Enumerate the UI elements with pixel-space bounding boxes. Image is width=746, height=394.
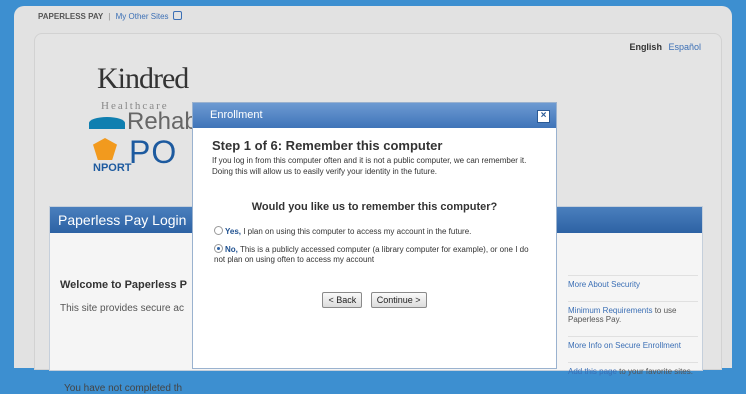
nport-wordmark: NPORT bbox=[93, 162, 132, 174]
security-link[interactable]: More About Security bbox=[568, 280, 640, 289]
top-nav: PAPERLESS PAY | My Other Sites bbox=[38, 11, 182, 21]
dialog-title: Enrollment bbox=[210, 109, 263, 121]
not-completed-text: You have not completed th bbox=[64, 383, 183, 394]
lang-spanish[interactable]: Español bbox=[668, 42, 701, 52]
remember-question: Would you like us to remember this compu… bbox=[251, 201, 498, 213]
chevron-down-icon[interactable] bbox=[172, 11, 182, 21]
option-no-text: This is a publicly accessed computer (a … bbox=[214, 245, 529, 264]
kindred-logo: Kindred Healthcare bbox=[97, 62, 189, 114]
help-sidebar: More About Security Minimum Requirements… bbox=[568, 275, 698, 388]
nport-logo: NPORT bbox=[93, 138, 132, 174]
dialog-buttons: < Back Continue > bbox=[193, 290, 556, 308]
option-yes-text: I plan on using this computer to access … bbox=[241, 227, 472, 236]
option-yes[interactable]: Yes, I plan on using this computer to ac… bbox=[214, 226, 534, 237]
nport-mark-icon bbox=[93, 138, 117, 160]
option-no-label: No, bbox=[225, 245, 238, 254]
requirements-link[interactable]: Minimum Requirements bbox=[568, 306, 652, 315]
welcome-heading: Welcome to Paperless P bbox=[60, 279, 187, 291]
nav-separator: | bbox=[108, 12, 111, 21]
lang-english[interactable]: English bbox=[629, 42, 662, 52]
welcome-text: This site provides secure ac bbox=[60, 303, 184, 314]
site-name: PAPERLESS PAY bbox=[38, 12, 104, 21]
continue-button[interactable]: Continue > bbox=[370, 292, 427, 308]
close-icon[interactable]: × bbox=[537, 110, 550, 123]
add-page-link[interactable]: Add this page bbox=[568, 367, 617, 376]
step-description: If you log in from this computer often a… bbox=[212, 156, 527, 176]
other-sites-link[interactable]: My Other Sites bbox=[116, 12, 169, 21]
sidebar-item-enrollment: More Info on Secure Enrollment bbox=[568, 336, 698, 350]
enrollment-info-link[interactable]: More Info on Secure Enrollment bbox=[568, 341, 681, 350]
radio-no[interactable] bbox=[214, 244, 223, 254]
dialog-header: Enrollment × bbox=[193, 103, 556, 128]
option-yes-label: Yes, bbox=[225, 227, 242, 236]
option-no[interactable]: No, This is a publicly accessed computer… bbox=[214, 244, 534, 265]
kindred-wordmark: Kindred bbox=[97, 62, 189, 95]
language-switcher: English Español bbox=[629, 42, 701, 52]
sidebar-item-security: More About Security bbox=[568, 275, 698, 289]
sidebar-item-requirements: Minimum Requirements to use Paperless Pa… bbox=[568, 301, 698, 324]
enrollment-dialog: Enrollment × Step 1 of 6: Remember this … bbox=[193, 103, 556, 368]
radio-yes[interactable] bbox=[214, 226, 223, 236]
step-title: Step 1 of 6: Remember this computer bbox=[212, 138, 443, 153]
sidebar-item-favorites: Add this page to your favorite sites. bbox=[568, 362, 698, 376]
back-button[interactable]: < Back bbox=[322, 292, 363, 308]
po-logo: PO bbox=[129, 134, 178, 170]
favorites-text: to your favorite sites. bbox=[616, 367, 693, 376]
rehab-wave-icon bbox=[89, 116, 125, 129]
